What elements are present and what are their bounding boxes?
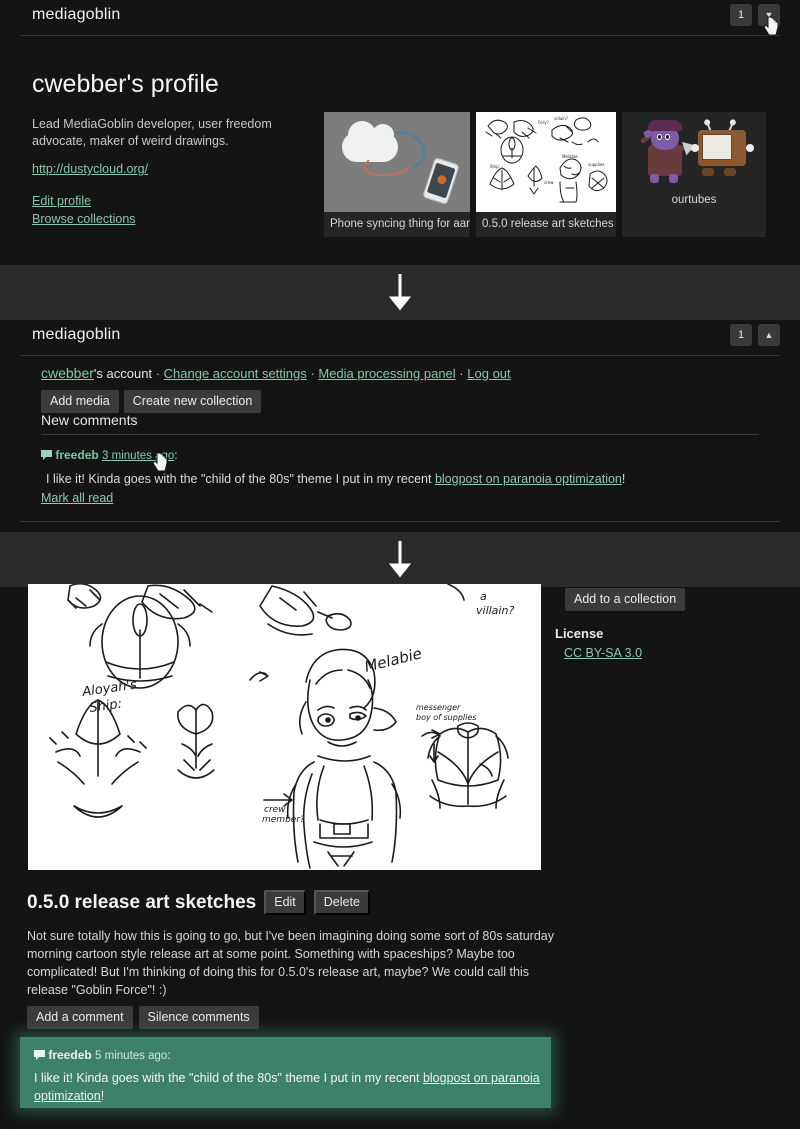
notification-comment-header: freedeb 3 minutes ago: <box>41 448 178 462</box>
media-detail-image[interactable]: Aloyah's Ship: Melabie a villain? crew m… <box>28 584 541 870</box>
phone-sync-drawing-thumbnail[interactable] <box>324 112 470 212</box>
svg-text:a: a <box>480 590 487 603</box>
svg-text:crew: crew <box>544 180 554 185</box>
profile-action-links: Edit profile Browse collections <box>32 192 136 228</box>
svg-text:Fory?: Fory? <box>538 120 549 125</box>
svg-text:crew: crew <box>264 805 286 815</box>
notification-count-badge[interactable]: 1 <box>730 4 752 26</box>
comment-author[interactable]: freedeb <box>55 448 98 462</box>
sketch-sheet-art: Fory? villain? Melabie Ship: crew suppli… <box>476 112 616 212</box>
sketch-sheet-art-large: Aloyah's Ship: Melabie a villain? crew m… <box>28 584 541 870</box>
profile-bio: Lead MediaGoblin developer, user freedom… <box>32 117 272 148</box>
svg-text:Melabie: Melabie <box>363 644 424 676</box>
phone-shape-icon <box>422 157 460 205</box>
divider <box>41 434 759 435</box>
site-title[interactable]: mediagoblin <box>32 326 120 344</box>
site-header: mediagoblin 1 ▲ <box>20 320 780 356</box>
scroll-separator <box>0 532 800 587</box>
svg-text:Ship:: Ship: <box>88 697 123 716</box>
comment-text-before: I like it! Kinda goes with the "child of… <box>46 472 435 486</box>
new-comments-heading: New comments <box>41 412 138 428</box>
comment-author[interactable]: freedeb <box>48 1048 91 1062</box>
add-media-button[interactable]: Add media <box>41 390 119 413</box>
add-a-comment-button[interactable]: Add a comment <box>27 1006 133 1029</box>
license-heading: License <box>555 626 604 641</box>
link-separator: · <box>310 366 315 381</box>
notification-comment-body: I like it! Kinda goes with the "child of… <box>46 472 625 486</box>
media-card[interactable]: ourtubes <box>622 112 766 237</box>
comment-timestamp-link[interactable]: 3 minutes ago <box>102 450 174 462</box>
account-links-line: cwebber's account · Change account setti… <box>41 365 511 381</box>
account-username-link[interactable]: cwebber <box>41 365 94 381</box>
comment-text-after: ! <box>100 1089 105 1104</box>
comment-timestamp[interactable]: 5 minutes ago <box>95 1050 167 1062</box>
tv-mascot-icon <box>691 118 754 182</box>
media-card[interactable]: Fory? villain? Melabie Ship: crew suppli… <box>476 112 616 237</box>
highlighted-comment: freedeb 5 minutes ago: I like it! Kinda … <box>20 1037 551 1108</box>
add-to-collection-button[interactable]: Add to a collection <box>565 588 686 611</box>
profile-website-link[interactable]: http://dustycloud.org/ <box>32 162 148 176</box>
notification-count-badge[interactable]: 1 <box>730 324 752 346</box>
media-title-row: 0.5.0 release art sketches Edit Delete <box>27 890 370 915</box>
down-arrow-icon <box>388 273 412 310</box>
delete-button[interactable]: Delete <box>313 890 370 915</box>
browse-collections-link[interactable]: Browse collections <box>32 210 136 228</box>
link-separator: · <box>459 366 464 381</box>
svg-text:boy of supplies: boy of supplies <box>416 713 476 722</box>
comment-header: freedeb 5 minutes ago: <box>34 1048 171 1062</box>
media-card[interactable]: Phone syncing thing for aar <box>324 112 470 237</box>
svg-text:Aloyah's: Aloyah's <box>80 677 137 700</box>
svg-text:supplies: supplies <box>588 162 604 167</box>
change-account-settings-link[interactable]: Change account settings <box>164 366 307 381</box>
comment-bubble-icon <box>34 1050 45 1060</box>
media-caption: 0.5.0 release art sketches <box>482 218 614 230</box>
comment-colon: : <box>167 1048 171 1062</box>
comment-colon: : <box>174 448 178 462</box>
svg-text:Ship:: Ship: <box>490 164 500 169</box>
blogpost-link[interactable]: blogpost on paranoia optimization <box>435 472 622 486</box>
comment-text-before: I like it! Kinda goes with the "child of… <box>34 1071 423 1085</box>
media-title: 0.5.0 release art sketches <box>27 891 257 913</box>
media-description: Not sure totally how this is going to go… <box>27 929 554 997</box>
svg-text:messenger: messenger <box>416 703 461 712</box>
app-window: mediagoblin 1 ▼ cwebber's profile Lead M… <box>0 0 800 1129</box>
sketch-sheet-thumbnail[interactable]: Fory? villain? Melabie Ship: crew suppli… <box>476 112 616 212</box>
profile-media-grid: Phone syncing thing for aar Fory? villai… <box>324 112 766 237</box>
comment-body: I like it! Kinda goes with the "child of… <box>34 1069 540 1105</box>
comment-text-after: ! <box>621 472 626 486</box>
profile-panel: mediagoblin 1 ▼ cwebber's profile Lead M… <box>0 0 800 265</box>
logout-link[interactable]: Log out <box>467 366 510 381</box>
comment-bubble-icon <box>41 450 52 460</box>
header-buttons: 1 ▼ <box>730 4 780 26</box>
create-new-collection-button[interactable]: Create new collection <box>123 390 262 413</box>
site-title[interactable]: mediagoblin <box>32 6 120 24</box>
edit-profile-link[interactable]: Edit profile <box>32 192 136 210</box>
mark-all-read-link[interactable]: Mark all read <box>41 491 113 505</box>
goblin-and-tv-thumbnail[interactable] <box>622 112 766 188</box>
site-header: mediagoblin 1 ▼ <box>20 0 780 36</box>
media-caption: Phone syncing thing for aar <box>330 218 470 230</box>
header-buttons: 1 ▲ <box>730 324 780 346</box>
goblin-mascot-icon <box>638 118 697 184</box>
page-title: cwebber's profile <box>32 70 219 98</box>
account-suffix: 's account <box>93 366 153 381</box>
svg-text:villain?: villain? <box>476 604 514 617</box>
down-arrow-icon <box>388 540 412 577</box>
chevron-down-icon[interactable]: ▼ <box>758 4 780 26</box>
scroll-separator <box>0 265 800 320</box>
link-separator: · <box>155 366 161 381</box>
svg-text:villain?: villain? <box>554 116 568 121</box>
svg-text:Melabie: Melabie <box>562 154 578 159</box>
silence-comments-button[interactable]: Silence comments <box>138 1006 259 1029</box>
chevron-up-icon[interactable]: ▲ <box>758 324 780 346</box>
edit-button[interactable]: Edit <box>264 890 306 915</box>
divider <box>20 521 780 522</box>
svg-text:member?: member? <box>262 815 305 825</box>
license-link[interactable]: CC BY-SA 3.0 <box>564 646 642 660</box>
media-processing-panel-link[interactable]: Media processing panel <box>318 366 455 381</box>
account-action-buttons: Add media Create new collection <box>41 390 262 413</box>
media-caption: ourtubes <box>671 194 717 206</box>
comment-action-buttons: Add a comment Silence comments <box>27 1006 259 1029</box>
